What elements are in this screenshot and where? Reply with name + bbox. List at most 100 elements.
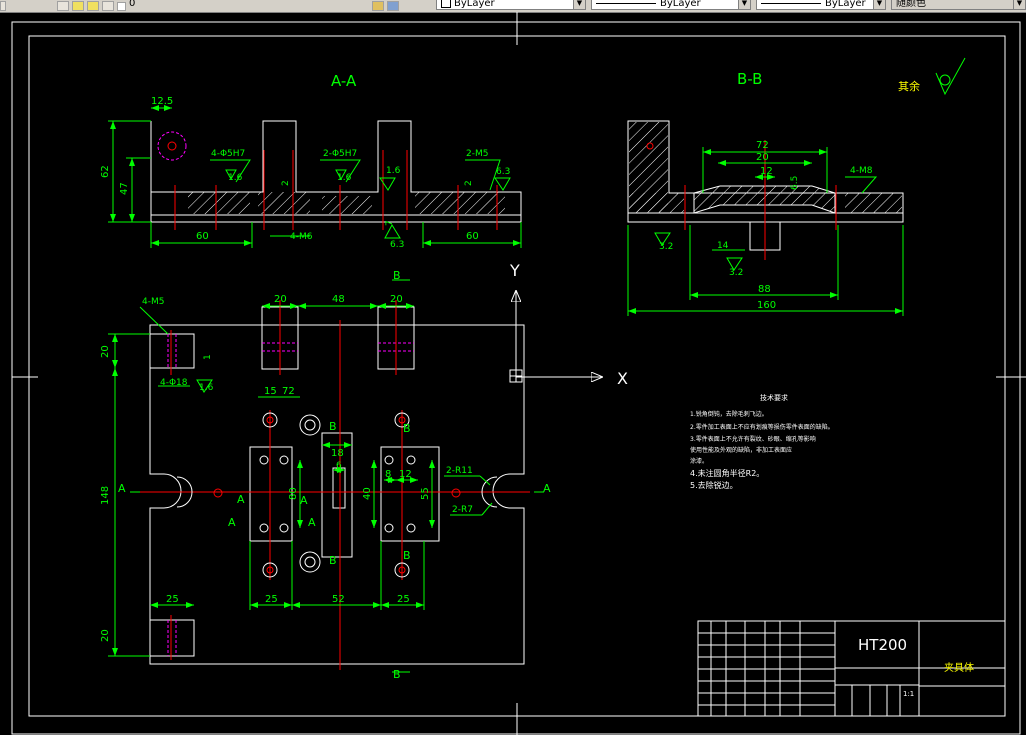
- layer-tool-icon[interactable]: [0, 1, 6, 11]
- roughness-3-2-b: 3.2: [729, 268, 743, 278]
- roughness-6-3-b: 6.3: [390, 240, 404, 250]
- section-bb: 72 20 12 6.5 4-M8 3.2 3.2 14 88 160: [627, 120, 904, 316]
- dim-6-5: 6.5: [790, 176, 800, 190]
- dim-20-top-left: 20: [274, 294, 287, 305]
- dim-47: 47: [119, 182, 130, 195]
- tech-req-item-2: 2.零件加工表面上不应有划痕等损伤零件表面的缺陷。: [690, 423, 834, 431]
- dim-80: 80: [288, 487, 299, 500]
- tech-req-title: 技术要求: [760, 393, 788, 402]
- plotstyle-select-value: 随颜色: [896, 0, 926, 9]
- dim-8: 8: [385, 469, 391, 480]
- chevron-down-icon[interactable]: ▼: [573, 0, 585, 9]
- lineweight-select[interactable]: ByLayer ▼: [756, 0, 886, 10]
- technical-requirements: 技术要求 1.锐角倒钝，去除毛刺飞边。 2.零件加工表面上不应有划痕等损伤零件表…: [690, 393, 834, 490]
- callout-4-m6: 4-M6: [290, 232, 313, 242]
- dim-52: 52: [332, 594, 345, 605]
- color-select-value: ByLayer: [454, 0, 495, 9]
- dim-148: 148: [100, 486, 111, 505]
- callout-2-r7: 2-R7: [452, 505, 473, 515]
- roughness-note: 其余: [898, 79, 920, 93]
- dim-160: 160: [757, 300, 776, 311]
- roughness-3-2-a: 3.2: [659, 242, 673, 252]
- view-title-bb: B-B: [737, 70, 762, 88]
- drawing-canvas[interactable]: A-A B-B 其余 12.5 62 47 4-Φ5H7 2-Φ5H7 1.6 …: [0, 12, 1026, 735]
- dim-48: 48: [332, 294, 345, 305]
- callout-4-m8: 4-M8: [850, 166, 873, 176]
- section-label-b-2: B: [403, 422, 411, 435]
- tech-req-item-4: 使用性能及外观的缺陷，非加工表面应: [690, 446, 792, 454]
- dim-20-top-right: 20: [390, 294, 403, 305]
- sun-icon[interactable]: [87, 1, 99, 11]
- roughness-1-6-c: 1.6: [386, 166, 401, 176]
- section-label-a-2: A: [228, 516, 236, 529]
- title-material: HT200: [858, 636, 907, 654]
- tech-req-item-5: 涂漆。: [690, 457, 708, 465]
- roughness-6-3-a: 6.3: [496, 167, 510, 177]
- section-label-b-4: B: [403, 549, 411, 562]
- title-scale: 1:1: [903, 690, 914, 698]
- dim-20-left-upper: 20: [100, 345, 111, 358]
- tech-req-item-1: 1.锐角倒钝，去除毛刺飞边。: [690, 410, 768, 418]
- ucs-y-label: Y: [509, 261, 520, 280]
- dim-25-mid-right: 25: [397, 594, 410, 605]
- layer-tools: 0: [0, 0, 135, 12]
- plan-view: 4-M5 20 48 20 20 1 4-Φ18 1.6 15 72 148 1…: [100, 269, 551, 681]
- make-current-layer-icon[interactable]: [372, 1, 384, 11]
- layer-manager-icon[interactable]: [57, 1, 69, 11]
- linetype-select-value: ByLayer: [660, 0, 701, 9]
- roughness-1-6: 1.6: [199, 383, 214, 393]
- layer-name[interactable]: 0: [129, 0, 135, 9]
- dim-72: 72: [282, 386, 295, 397]
- dim-20: 20: [756, 152, 769, 163]
- dim-25-mid-left: 25: [265, 594, 278, 605]
- callout-4-phi18: 4-Φ18: [160, 378, 188, 388]
- section-label-a-left: A: [118, 482, 126, 495]
- tech-req-item-3: 3.零件表面上不允许有裂纹、砂眼、缩孔等影响: [690, 435, 816, 443]
- dim-1: 1: [203, 354, 213, 360]
- chevron-down-icon[interactable]: ▼: [738, 0, 750, 9]
- roughness-1-6-b: 1.6: [337, 173, 352, 183]
- dim-15: 15: [264, 386, 277, 397]
- linetype-select[interactable]: ByLayer ▼: [591, 0, 751, 10]
- lightbulb-icon[interactable]: [72, 1, 84, 11]
- dim-7: 7: [385, 220, 395, 226]
- plotstyle-select[interactable]: 随颜色 ▼: [891, 0, 1026, 10]
- roughness-symbol-icon: [935, 57, 966, 96]
- dim-2-a: 2: [281, 180, 291, 186]
- dim-18: 18: [331, 448, 344, 459]
- section-label-a-4: A: [308, 516, 316, 529]
- callout-2-r11: 2-R11: [446, 466, 473, 476]
- lock-icon[interactable]: [102, 1, 114, 11]
- roughness-1-6-a: 1.6: [228, 173, 243, 183]
- dim-40: 40: [362, 487, 373, 500]
- callout-2-m5: 2-M5: [466, 149, 488, 159]
- tech-req-item-7: 5.去除锐边。: [690, 480, 738, 490]
- dim-88: 88: [758, 284, 771, 295]
- section-label-b-1: B: [329, 420, 337, 433]
- dim-72: 72: [756, 140, 769, 151]
- callout-4-m5: 4-M5: [142, 297, 164, 307]
- chevron-down-icon[interactable]: ▼: [873, 0, 885, 9]
- section-label-a-right: A: [543, 482, 551, 495]
- dim-60-left: 60: [196, 231, 209, 242]
- section-label-b-bottom: B: [393, 668, 401, 681]
- callout-4-phi5h7: 4-Φ5H7: [211, 149, 245, 159]
- color-select[interactable]: ByLayer ▼: [436, 0, 586, 10]
- dim-20-left-lower: 20: [100, 629, 111, 642]
- tech-req-item-6: 4.未注圆角半径R2。: [690, 468, 764, 478]
- section-aa: 12.5 62 47 4-Φ5H7 2-Φ5H7 1.6 1.6 1.6 2 2…: [100, 96, 522, 250]
- callout-2-phi5h7: 2-Φ5H7: [323, 149, 357, 159]
- section-label-b-3: B: [329, 554, 337, 567]
- dim-14: 14: [717, 241, 729, 251]
- section-label-a-1: A: [237, 493, 245, 506]
- dim-55: 55: [420, 487, 431, 500]
- dim-12-5: 12.5: [151, 96, 173, 107]
- dim-2-b: 2: [464, 180, 474, 186]
- dim-60-right: 60: [466, 231, 479, 242]
- section-label-a-3: A: [300, 494, 308, 507]
- layer-previous-icon[interactable]: [387, 1, 399, 11]
- chevron-down-icon[interactable]: ▼: [1013, 0, 1025, 9]
- color-square-icon[interactable]: [117, 1, 126, 11]
- dim-12: 12: [399, 469, 412, 480]
- title-part-name: 夹具体: [944, 661, 974, 674]
